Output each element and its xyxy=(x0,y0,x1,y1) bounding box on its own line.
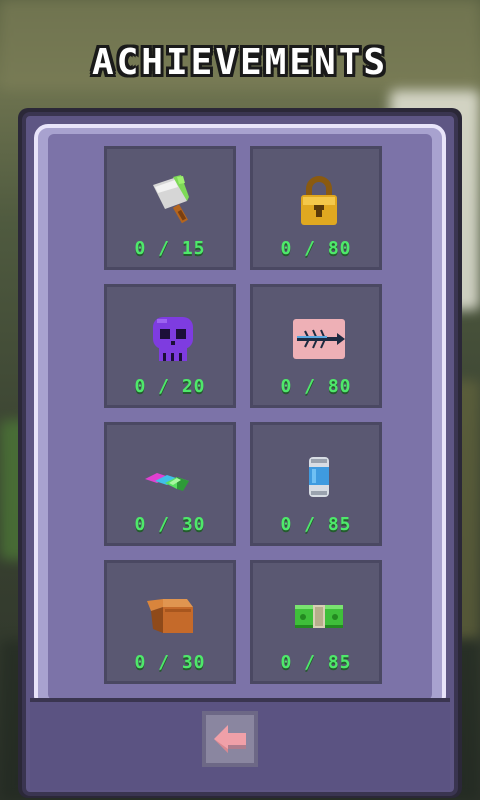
achievement-progress: 0 / 85 xyxy=(280,652,352,673)
purple-skull-icon xyxy=(153,317,193,361)
achievement-card[interactable]: 0 / 30 xyxy=(104,560,236,684)
achievement-progress: 0 / 85 xyxy=(280,514,352,535)
padlock-icon xyxy=(301,176,337,225)
achievement-progress: 0 / 30 xyxy=(134,514,206,535)
cardboard-box-icon xyxy=(147,599,193,633)
achievement-progress: 0 / 20 xyxy=(134,376,206,397)
achievement-card[interactable]: 0 / 85 xyxy=(250,560,382,684)
cleaver-icon xyxy=(153,175,189,224)
achievement-progress: 0 / 80 xyxy=(280,376,352,397)
screen-title: ACHIEVEMENTS xyxy=(91,42,389,83)
achievement-progress: 0 / 80 xyxy=(280,238,352,259)
achievement-card[interactable]: 0 / 80 xyxy=(250,146,382,270)
achievement-progress: 0 / 15 xyxy=(134,238,206,259)
cash-stack-icon xyxy=(295,605,343,628)
fish-bone-icon xyxy=(293,319,345,359)
gems-icon xyxy=(145,473,189,491)
soda-can-icon xyxy=(309,457,329,497)
achievement-card[interactable]: 0 / 85 xyxy=(250,422,382,546)
achievement-card[interactable]: 0 / 30 xyxy=(104,422,236,546)
back-button[interactable] xyxy=(202,711,258,767)
achievement-card[interactable]: 0 / 80 xyxy=(250,284,382,408)
left-arrow-icon xyxy=(214,725,246,753)
achievement-progress: 0 / 30 xyxy=(134,652,206,673)
game-screen: ACHIEVEMENTS 0 / 15 0 / 80 0 / 20 0 / 80… xyxy=(0,0,480,800)
achievement-card[interactable]: 0 / 20 xyxy=(104,284,236,408)
achievement-card[interactable]: 0 / 15 xyxy=(104,146,236,270)
